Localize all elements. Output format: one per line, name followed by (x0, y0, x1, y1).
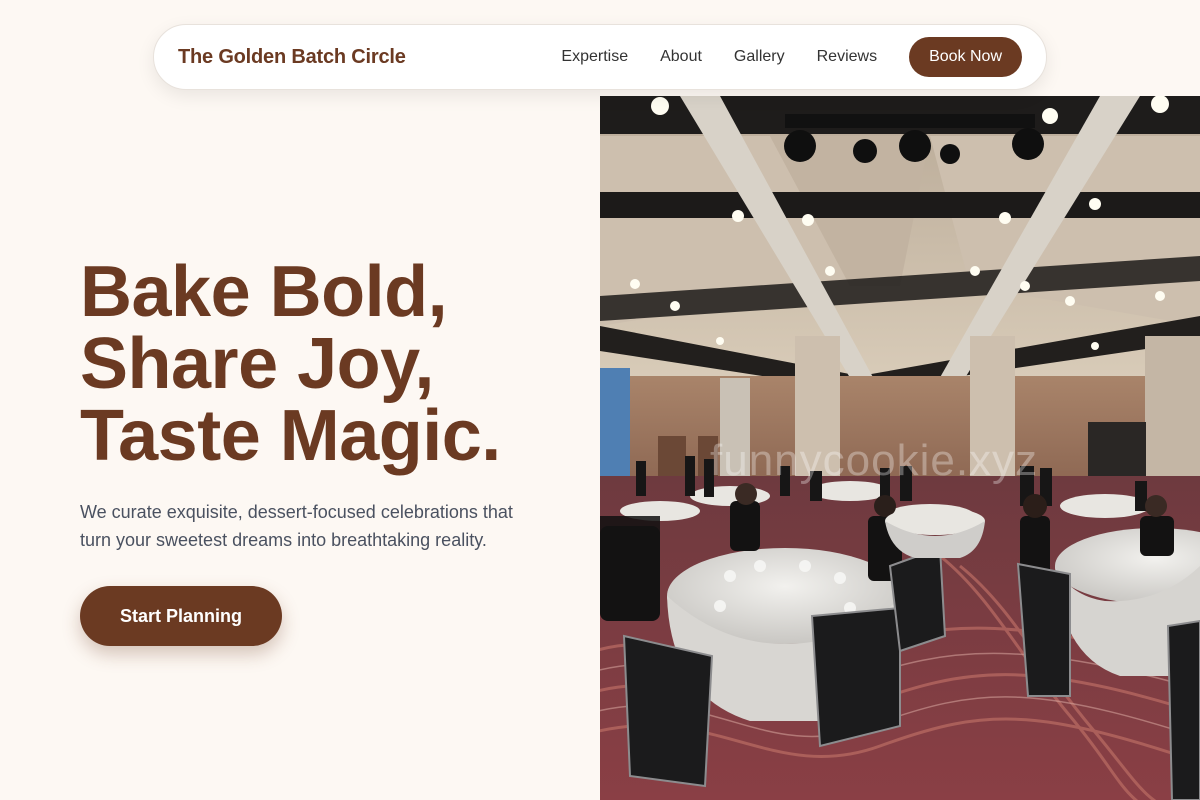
hero-headline: Bake Bold, Share Joy, Taste Magic. (80, 256, 580, 472)
hero-subtext: We curate exquisite, dessert-focused cel… (80, 502, 513, 550)
start-planning-button[interactable]: Start Planning (80, 586, 282, 646)
nav-links: Expertise About Gallery Reviews Book Now (561, 37, 1022, 77)
hero-image: funnycookie.xyz (600, 96, 1200, 800)
image-watermark: funnycookie.xyz (710, 436, 1039, 485)
nav-link-expertise[interactable]: Expertise (561, 48, 628, 66)
navbar: The Golden Batch Circle Expertise About … (153, 24, 1047, 90)
hero-section: Bake Bold, Share Joy, Taste Magic. We cu… (80, 256, 580, 646)
brand-logo[interactable]: The Golden Batch Circle (178, 46, 406, 69)
book-now-button[interactable]: Book Now (909, 37, 1022, 77)
nav-link-gallery[interactable]: Gallery (734, 48, 785, 66)
nav-link-reviews[interactable]: Reviews (817, 48, 877, 66)
headline-line-1: Bake Bold, (80, 252, 448, 332)
headline-line-3: Taste Magic. (80, 396, 501, 476)
headline-line-2: Share Joy, (80, 324, 434, 404)
nav-link-about[interactable]: About (660, 48, 702, 66)
